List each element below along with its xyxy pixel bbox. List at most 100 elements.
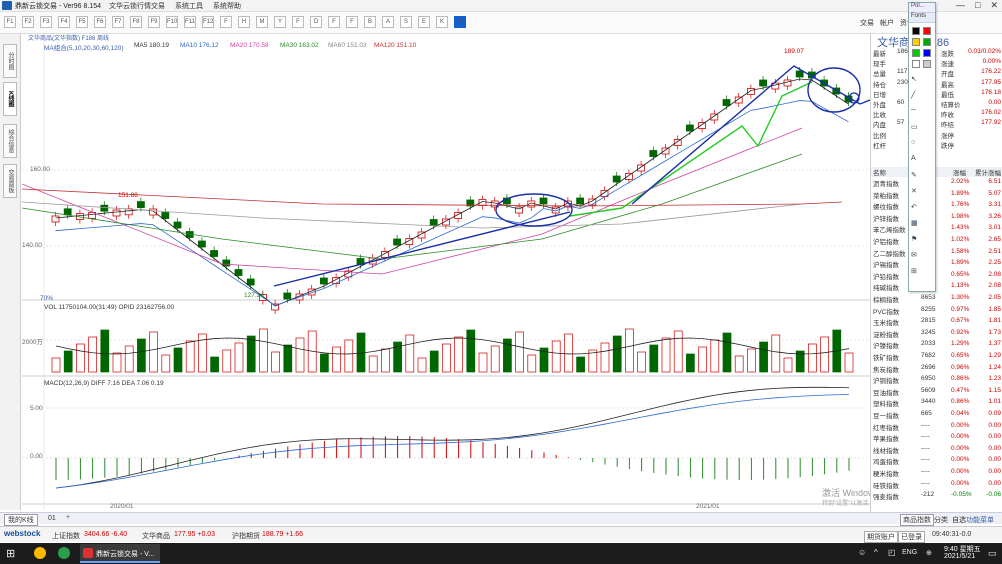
drawing-tool-icon[interactable]: ○	[911, 139, 933, 149]
notification-icon[interactable]: ▭	[988, 548, 997, 559]
drawing-palette[interactable]: Pol... Fonts ↖ ╱ ─ ▭ ○ A ✎ ✕ ↶ ▦ ⚑ ✉ ⊞	[908, 2, 936, 292]
menu-quotes[interactable]: 文华云锁行情交易	[109, 1, 165, 11]
toolbar-button-23[interactable]: E	[418, 16, 430, 28]
toolbar-button-21[interactable]: A	[382, 16, 394, 28]
tray-people-icon[interactable]: ☺	[858, 548, 866, 557]
tab-category[interactable]: 分类	[934, 515, 948, 525]
kline-chart-svg[interactable]	[22, 34, 870, 510]
browser-icon[interactable]	[58, 547, 70, 559]
list-item[interactable]: 沪镍指数 2033 1.29% 1.37	[871, 340, 1002, 350]
tab-01[interactable]: 01	[48, 515, 56, 522]
taskbar-app-button[interactable]: 鼎新云锁交易 - V...	[80, 544, 160, 563]
tab-my-kline[interactable]: 我的K线	[4, 514, 38, 526]
list-item[interactable]: 苹果指数 ---- 0.00% 0.00	[871, 433, 1002, 443]
palette-fonts-tab[interactable]: Fonts	[909, 13, 935, 23]
list-item[interactable]: 乙二醇指数 1.58% 2.51	[871, 248, 1002, 258]
color-swatch[interactable]	[923, 49, 931, 57]
toolbar-button-1[interactable]: F2	[22, 16, 34, 28]
toolbar-button-6[interactable]: F7	[112, 16, 124, 28]
color-swatch[interactable]	[923, 60, 931, 68]
list-item[interactable]: 红枣指数 ---- 0.00% 0.00	[871, 422, 1002, 432]
drawing-tool-icon[interactable]: ↖	[911, 75, 933, 85]
color-swatch[interactable]	[912, 27, 920, 35]
toolbar-button-7[interactable]: F8	[130, 16, 142, 28]
toolbar-button-0[interactable]: F1	[4, 16, 16, 28]
tab-info[interactable]: 综合信息	[3, 124, 17, 158]
toolbar-right-0[interactable]: 交易	[860, 18, 874, 28]
drawing-tool-icon[interactable]: ▭	[911, 123, 933, 133]
tab-kline[interactable]: K线图	[3, 82, 17, 116]
list-item[interactable]: 螺纹指数 1.76% 3.31	[871, 201, 1002, 211]
toolbar-button-11[interactable]: F12	[202, 16, 214, 28]
list-item[interactable]: 沪铅指数 0.65% 2.08	[871, 271, 1002, 281]
list-item[interactable]: 豆油指数 5609 0.47% 1.15	[871, 387, 1002, 397]
list-item[interactable]: 豆一指数 665 0.04% 0.09	[871, 410, 1002, 420]
list-item[interactable]: 粳米指数 ---- 0.00% 0.00	[871, 468, 1002, 478]
toolbar-button-12[interactable]: F	[220, 16, 232, 28]
list-item[interactable]: 淀粉指数 3245 0.92% 1.73	[871, 329, 1002, 339]
color-swatch[interactable]	[923, 38, 931, 46]
list-item[interactable]: 苯乙烯指数 1.43% 3.01	[871, 224, 1002, 234]
drawing-tool-icon[interactable]: ✉	[911, 251, 933, 261]
futures-account-button[interactable]: 期货账户	[864, 531, 898, 543]
toolbar-button-16[interactable]: F	[292, 16, 304, 28]
drawing-tool-icon[interactable]: ✎	[911, 171, 933, 181]
maximize-button[interactable]: □	[975, 0, 980, 11]
list-item[interactable]: 纯碱指数30301.13%2.08	[871, 282, 1002, 292]
explorer-icon[interactable]	[34, 547, 46, 559]
list-item[interactable]: 沥青指数 2.02% 6.51	[871, 178, 1002, 188]
tray-lang[interactable]: ENG	[902, 549, 917, 556]
list-item[interactable]: 沪铜指数 6950 0.86% 1.23	[871, 375, 1002, 385]
list-item[interactable]: 菜粕指数 1.89% 5.07	[871, 190, 1002, 200]
color-swatch[interactable]	[912, 38, 920, 46]
tray-chevron-icon[interactable]: ^	[874, 548, 878, 557]
drawing-tool-icon[interactable]: ⊞	[911, 267, 933, 277]
drawing-tool-icon[interactable]: ⚑	[911, 235, 933, 245]
toolbar-button-4[interactable]: F5	[76, 16, 88, 28]
list-item[interactable]: 玉米指数 2815 0.67% 1.81	[871, 317, 1002, 327]
add-tab-button[interactable]: +	[66, 514, 70, 521]
drawing-tool-icon[interactable]: ↶	[911, 203, 933, 213]
taskbar-date[interactable]: 2021/5/21	[944, 553, 975, 560]
minimize-button[interactable]: —	[956, 0, 965, 11]
toolbar-right-1[interactable]: 帐户	[880, 18, 894, 28]
toolbar-button-13[interactable]: H	[238, 16, 250, 28]
login-status[interactable]: 已登录	[898, 531, 925, 543]
toolbar-button-8[interactable]: F9	[148, 16, 160, 28]
toolbar-button-3[interactable]: F4	[58, 16, 70, 28]
toolbar-button-18[interactable]: F	[328, 16, 340, 28]
toolbar-button-19[interactable]: F	[346, 16, 358, 28]
tray-ime-icon[interactable]: ⊕	[926, 549, 932, 557]
windows-start-icon[interactable]: ⊞	[6, 547, 15, 560]
function-menu-link[interactable]: 功能菜单	[966, 515, 994, 525]
toolbar-button-5[interactable]: F6	[94, 16, 106, 28]
color-swatch[interactable]	[923, 27, 931, 35]
menu-tools[interactable]: 系统工具	[175, 1, 203, 11]
list-item[interactable]: 硅铁指数 ---- 0.00% 0.00	[871, 480, 1002, 490]
tab-commodity-index[interactable]: 商品指数	[900, 514, 934, 526]
close-button[interactable]: ✕	[990, 0, 998, 11]
toolbar-button-9[interactable]: F10	[166, 16, 178, 28]
list-item[interactable]: 棕榈指数 8653 1.30% 2.05	[871, 294, 1002, 304]
list-item[interactable]: 铁矿指数 7682 0.65% 1.29	[871, 352, 1002, 362]
menu-help[interactable]: 系统帮助	[213, 1, 241, 11]
list-item[interactable]: 线材指数 ---- 0.00% 0.00	[871, 445, 1002, 455]
list-item[interactable]: 沪铝指数 1.02% 2.65	[871, 236, 1002, 246]
toolbar-button-15[interactable]: Y	[274, 16, 286, 28]
toolbar-button-24[interactable]: K	[436, 16, 448, 28]
list-item[interactable]: 沪锡指数 1.89% 2.25	[871, 259, 1002, 269]
drawing-tool-icon[interactable]: ─	[911, 107, 933, 117]
color-swatch[interactable]	[912, 49, 920, 57]
drawing-tool-icon[interactable]: A	[911, 155, 933, 165]
drawing-tool-icon[interactable]: ✕	[911, 187, 933, 197]
list-item[interactable]: 塑料指数 3440 0.86% 1.01	[871, 398, 1002, 408]
drawing-tool-icon[interactable]: ▦	[911, 219, 933, 229]
list-item[interactable]: PVC指数 8255 0.97% 1.85	[871, 306, 1002, 316]
toolbar-button-22[interactable]: S	[400, 16, 412, 28]
toolbar-button-20[interactable]: B	[364, 16, 376, 28]
drawing-tool-icon[interactable]: ╱	[911, 91, 933, 101]
list-item[interactable]: 强麦指数 -212 -0.05% -0.06	[871, 491, 1002, 501]
toolbar-button-17[interactable]: D	[310, 16, 322, 28]
toolbar-button-10[interactable]: F11	[184, 16, 196, 28]
toolbar-button-25[interactable]: W	[454, 16, 466, 28]
